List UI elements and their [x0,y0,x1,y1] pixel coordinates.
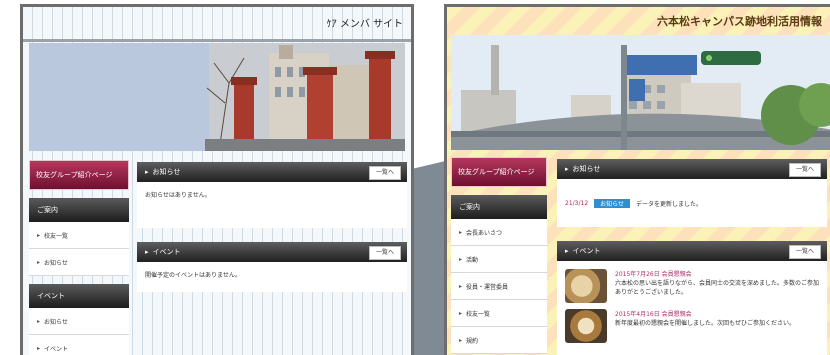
more-button[interactable]: 一覧へ [788,163,821,177]
sidebar-item[interactable]: イベント [29,335,129,355]
sidebar-item[interactable]: 校友一覧 [451,300,547,327]
event-item[interactable]: 2015年7月26日 会員懇親会 六本松の思い出を語りながら、会員同士の交流を深… [565,269,819,303]
notices-header: お知らせ 一覧へ [557,159,827,179]
events-header: イベント 一覧へ [557,241,827,261]
sidebar-item[interactable]: 校友一覧 [29,222,129,249]
sidebar-item[interactable]: 活動 [451,246,547,273]
notice-date: 21/3/12 [565,199,589,207]
sidebar-item[interactable]: お知らせ [29,308,129,335]
sidebar-item[interactable]: 役員・運営委員 [451,273,547,300]
event-body: 新年度最初の懇親会を開催しました。次回もぜひご参加ください。 [615,320,796,327]
group-banner[interactable]: 校友グループ紹介ページ [451,157,547,187]
sidebar: 校友グループ紹介ページ ご案内 会長あいさつ 活動 役員・運営委員 校友一覧 規… [451,157,547,354]
event-thumbnail [565,309,607,343]
main-content: お知らせ 一覧へ お知らせはありません。 イベント 一覧へ 開催予定のイベントは… [137,162,407,292]
right-site-screenshot: 六本松キャンパス跡地利活用情報 校友グループ紹介ページ ご案内 会長あいさつ 活… [444,4,830,355]
header-image-street [451,35,830,150]
sidebar-heading-events: イベント [29,284,129,308]
notice-text[interactable]: データを更新しました。 [636,199,702,208]
event-title: 2015年4月16日 会員懇親会 [615,311,692,318]
site-title: ｹｱ メンバ サイト [326,19,403,30]
sidebar-heading-guide: ご案内 [29,198,129,222]
main-content: お知らせ 一覧へ 21/3/12 お知らせ データを更新しました。 イベント 一… [557,159,827,355]
sidebar-item[interactable]: 会長あいさつ [451,219,547,246]
more-button[interactable]: 一覧へ [368,166,401,180]
sidebar: 校友グループ紹介ページ ご案内 校友一覧 お知らせ イベント お知らせ イベント [29,160,129,355]
events-body: 2015年7月26日 会員懇親会 六本松の思い出を語りながら、会員同士の交流を深… [557,261,827,355]
notices-body: 21/3/12 お知らせ データを更新しました。 [557,179,827,227]
site-title: 六本松キャンパス跡地利活用情報 [657,15,822,28]
events-body: 開催予定のイベントはありません。 [137,262,407,292]
event-title: 2015年7月26日 会員懇親会 [615,271,692,278]
event-body: 六本松の思い出を語りながら、会員同士の交流を深めました。多数のご参加ありがとうご… [615,280,820,296]
notice-tag: お知らせ [594,198,631,208]
sidebar-item[interactable]: お知らせ [29,249,129,276]
left-site-screenshot: ｹｱ メンバ サイト 校友グループ紹介ページ ご案内 校友一覧 お知らせ イベン… [20,4,414,355]
more-button[interactable]: 一覧へ [788,245,821,259]
header-image-building [29,43,405,151]
events-header: イベント 一覧へ [137,242,407,262]
group-banner[interactable]: 校友グループ紹介ページ [29,160,129,190]
notices-header: お知らせ 一覧へ [137,162,407,182]
event-thumbnail [565,269,607,303]
event-item[interactable]: 2015年4月16日 会員懇親会 新年度最初の懇親会を開催しました。次回もぜひご… [565,309,819,343]
sidebar-item[interactable]: 規約 [451,327,547,354]
sidebar-heading-guide: ご案内 [451,195,547,219]
more-button[interactable]: 一覧へ [368,246,401,260]
notices-body: お知らせはありません。 [137,182,407,228]
